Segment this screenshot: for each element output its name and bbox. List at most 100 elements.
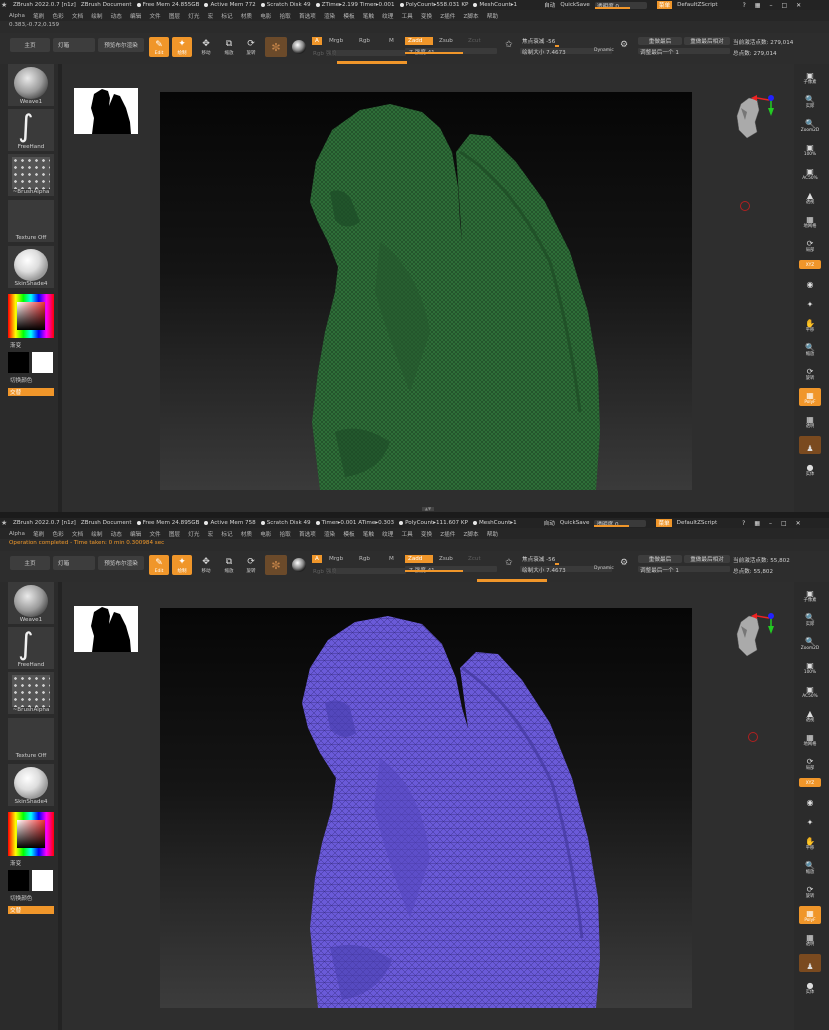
main-color-swatch[interactable]	[8, 870, 29, 891]
m-toggle[interactable]: M	[386, 555, 397, 563]
alternate-button[interactable]: 交替	[8, 906, 54, 914]
menu-item[interactable]: 笔刷	[33, 530, 44, 538]
material-preview-icon[interactable]: ✼	[265, 555, 287, 575]
menu-item[interactable]: 拾取	[280, 12, 291, 20]
transparency-slider[interactable]: 透明度 0	[594, 519, 651, 528]
menu-item[interactable]: 标记	[221, 12, 232, 20]
orientation-gizmo[interactable]	[727, 86, 787, 146]
gear-icon[interactable]: ⚙	[620, 558, 628, 568]
menu-item[interactable]: Alpha	[9, 13, 25, 19]
minimize-icon[interactable]: –	[769, 520, 772, 527]
script-name[interactable]: DefaultZScript	[677, 2, 718, 8]
help-icon[interactable]: ?	[742, 520, 745, 527]
menu-item[interactable]: 文档	[72, 12, 83, 20]
frame-button[interactable]: ✦	[799, 810, 821, 828]
viewport[interactable]	[62, 582, 794, 1030]
z-intensity-slider[interactable]: Z 强度 41	[405, 48, 497, 56]
a-toggle[interactable]: A	[312, 555, 322, 563]
gradient-label[interactable]: 渐变	[10, 341, 21, 349]
dynamic-label[interactable]: Dynamic	[594, 48, 614, 53]
rotate-view-button[interactable]: ⟳ 旋转	[799, 364, 821, 382]
menu-item[interactable]: 模板	[343, 530, 354, 538]
zoom-view-button[interactable]: 🔍 缩放	[799, 858, 821, 876]
menu-item[interactable]: 文件	[149, 530, 160, 538]
xyz-button[interactable]: XYZ	[799, 260, 821, 269]
menu-item[interactable]: 编辑	[130, 12, 141, 20]
menu-item[interactable]: 文档	[72, 530, 83, 538]
zoom100-button[interactable]: ▣ 100%	[799, 140, 821, 158]
rgb-intensity-bar[interactable]	[336, 50, 406, 56]
menu-item[interactable]: 电影	[260, 530, 271, 538]
rotate-view-button[interactable]: ⟳ 旋转	[799, 882, 821, 900]
menu-item[interactable]: 纹理	[382, 12, 393, 20]
menu-item[interactable]: 材质	[241, 530, 252, 538]
viewport[interactable]: ▲▼	[62, 64, 794, 512]
maximize-icon[interactable]: □	[781, 2, 787, 9]
a-toggle[interactable]: A	[312, 37, 322, 45]
switch-color-label[interactable]: 切换颜色	[10, 894, 32, 902]
bottom-handle[interactable]: ▲▼	[422, 507, 434, 511]
rotate-button[interactable]: ⟳ 旋转	[241, 37, 261, 57]
menu-item[interactable]: Z插件	[440, 12, 455, 20]
color-square[interactable]	[17, 820, 45, 848]
floor-button[interactable]: ▦ 地网格	[799, 730, 821, 748]
edit-button[interactable]: ✎ Edit	[149, 37, 169, 57]
menu-item[interactable]: Z脚本	[464, 12, 479, 20]
texture-thumbnail[interactable]: Texture Off	[8, 200, 54, 242]
menu-item[interactable]: 色彩	[52, 530, 63, 538]
rgb-toggle[interactable]: Rgb	[356, 37, 373, 45]
actual-button[interactable]: 🔍 实际	[799, 610, 821, 628]
layout-icon[interactable]: ▦	[754, 520, 760, 527]
zcut-toggle[interactable]: Zcut	[465, 37, 484, 45]
alternate-button[interactable]: 交替	[8, 388, 54, 396]
zadd-toggle[interactable]: Zadd	[405, 555, 433, 563]
sphere-icon[interactable]	[292, 558, 306, 572]
menu-item[interactable]: 绘制	[91, 12, 102, 20]
stroke-thumbnail[interactable]: ∫ FreeHand	[8, 627, 54, 669]
transparency-button[interactable]: ▦ 透明	[799, 930, 821, 948]
frame-button[interactable]: ✦	[799, 292, 821, 310]
move-view-button[interactable]: ✋ 平移	[799, 316, 821, 334]
menu-item[interactable]: 宏	[208, 530, 214, 538]
menu-item[interactable]: 变换	[421, 12, 432, 20]
rgb-toggle[interactable]: Rgb	[356, 555, 373, 563]
menu-item[interactable]: 绘制	[91, 530, 102, 538]
secondary-color-swatch[interactable]	[32, 352, 53, 373]
menu-item[interactable]: 变换	[421, 530, 432, 538]
polyframe-button[interactable]: ▦ PolyF	[799, 388, 821, 406]
rgb-intensity-slider[interactable]: Rgb 强度	[313, 49, 337, 57]
perspective-button[interactable]: ▲ 透视	[799, 706, 821, 724]
color-square[interactable]	[17, 302, 45, 330]
home-button[interactable]: 主页	[10, 556, 50, 570]
scale-button[interactable]: ⧉ 缩放	[219, 555, 239, 575]
menu-item[interactable]: 工具	[402, 530, 413, 538]
menu-item[interactable]: 笔触	[363, 12, 374, 20]
menu-item[interactable]: 文件	[149, 12, 160, 20]
close-icon[interactable]: ✕	[796, 2, 801, 9]
stroke-thumbnail[interactable]: ∫ FreeHand	[8, 109, 54, 151]
brush-thumbnail[interactable]: Weave1	[8, 64, 54, 106]
rgb-intensity-slider[interactable]: Rgb 强度	[313, 567, 337, 575]
menu-item[interactable]: 编辑	[130, 530, 141, 538]
mrgb-toggle[interactable]: Mrgb	[326, 555, 346, 563]
menu-item[interactable]: 色彩	[52, 12, 63, 20]
menu-item[interactable]: Z插件	[440, 530, 455, 538]
zoom2d-button[interactable]: 🔍 Zoom2D	[799, 634, 821, 652]
menu-item[interactable]: 帮助	[487, 12, 498, 20]
menu-item[interactable]: 材质	[241, 12, 252, 20]
quicksave-button[interactable]: QuickSave	[560, 520, 590, 526]
rotate-button[interactable]: ⟳ 旋转	[241, 555, 261, 575]
material-thumbnail[interactable]: SkinShade4	[8, 764, 54, 806]
menu-item[interactable]: 笔刷	[33, 12, 44, 20]
menu-item[interactable]: Alpha	[9, 531, 25, 537]
redo-last-button[interactable]: 重做最后	[638, 555, 682, 563]
move-button[interactable]: ✥ 移动	[196, 37, 216, 57]
secondary-color-swatch[interactable]	[32, 870, 53, 891]
main-color-swatch[interactable]	[8, 352, 29, 373]
solo-button[interactable]: ♟	[799, 954, 821, 972]
perspective-button[interactable]: ▲ 透视	[799, 188, 821, 206]
menu-item[interactable]: 首选项	[299, 530, 316, 538]
menu-item[interactable]: 笔触	[363, 530, 374, 538]
canvas[interactable]	[160, 608, 692, 1008]
menu-item[interactable]: 模板	[343, 12, 354, 20]
